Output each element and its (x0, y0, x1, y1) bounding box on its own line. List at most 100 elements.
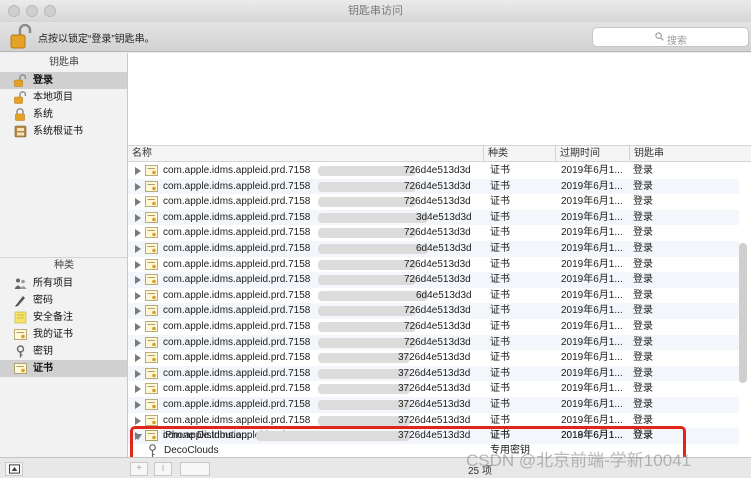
disclosure-collapsed-icon[interactable] (135, 323, 141, 331)
row-expires: 2019年6月1... (561, 367, 623, 379)
disclosure-collapsed-icon[interactable] (135, 385, 141, 394)
column-header-kind[interactable]: 种类 (484, 146, 556, 162)
lock-instruction: 点按以锁定“登录”钥匙串。 (38, 34, 155, 45)
table-row[interactable]: com.apple.idms.appleid.prd.7158 726d4e513… (128, 194, 739, 210)
certificate-icon (145, 336, 158, 348)
note-icon (14, 311, 27, 324)
sidebar-item-local-items[interactable]: 本地项目 (0, 89, 127, 106)
certificate-icon (145, 165, 158, 176)
row-kind: 证书 (490, 274, 510, 286)
row-expires: 2019年6月1... (561, 305, 623, 317)
row-keychain: 登录 (633, 289, 653, 301)
row-name-end: 726d4e513d3d (404, 227, 471, 239)
table-row[interactable]: com.apple.idms.appleid.prd.7158 726d4e513… (128, 272, 739, 288)
disclosure-collapsed-icon[interactable] (135, 307, 141, 316)
row-keychain: 登录 (633, 243, 653, 254)
table-row[interactable]: com.apple.idms.appleid.prd.7158 3726d4e51… (128, 397, 739, 413)
row-name-start: com.apple.idms.appleid.prd.7158 (163, 165, 311, 176)
row-name-start: com.apple.idms.appleid.prd.7158 (163, 243, 311, 254)
certificate-icon (145, 180, 158, 192)
disclosure-collapsed-icon[interactable] (135, 213, 141, 222)
sidebar-item-system[interactable]: 系统 (0, 106, 127, 123)
disclosure-collapsed-icon[interactable] (135, 416, 141, 425)
watermark: CSDN @北京前端-学新10041 (466, 451, 692, 470)
table-row[interactable]: com.apple.idms.appleid.prd.7158 6d4e513d3… (128, 288, 739, 304)
disclosure-collapsed-icon[interactable] (135, 401, 141, 409)
table-row[interactable]: com.apple.idms.appleid.prd.7158 3726d4e51… (128, 365, 739, 382)
row-kind: 证书 (490, 243, 510, 254)
row-expires: 2019年6月1... (561, 258, 623, 270)
certificate-icon (145, 414, 158, 426)
table-row[interactable]: com.apple.idms.appleid.prd.7158 726d4e513… (128, 225, 739, 241)
minimize-window-button[interactable] (26, 5, 38, 17)
cabinet-icon (14, 125, 27, 138)
sidebar-item-secure-notes[interactable]: 安全备注 (0, 309, 127, 326)
row-expires: 2019年6月1... (561, 165, 623, 176)
certificate-icon (145, 383, 158, 395)
row-expires: 2019年6月1... (561, 399, 623, 410)
sidebar-toggle-button[interactable] (5, 462, 23, 476)
row-expires: 2019年6月1... (561, 321, 623, 332)
sidebar-item-my-certificates[interactable]: 我的证书 (0, 326, 127, 343)
table-row[interactable]: com.apple.idms.appleid.prd.7158 3726d4e51… (128, 350, 739, 366)
sidebar-item-all-items[interactable]: 所有项目 (0, 275, 127, 292)
table-row[interactable]: com.apple.idms.appleid.prd.7158 726d4e513… (128, 178, 739, 195)
disclosure-collapsed-icon[interactable] (135, 354, 141, 363)
zoom-window-button[interactable] (44, 5, 56, 17)
column-header-keychain[interactable]: 钥匙串 (630, 146, 739, 162)
certificate-icon (145, 305, 158, 317)
table-row[interactable]: com.apple.idms.appleid.prd.7158 726d4e513… (128, 334, 739, 351)
row-expires: 2019年6月1... (561, 227, 623, 239)
sidebar-item-label: 登录 (33, 75, 53, 86)
column-header-name[interactable]: 名称 (128, 146, 484, 162)
sidebar-item-label: 所有项目 (33, 278, 73, 289)
sidebar-item-keys[interactable]: 密钥 (0, 343, 127, 360)
row-name-end: 3726d4e513d3d (398, 383, 471, 395)
table-row[interactable]: com.apple.idms.appleid.prd.7158 726d4e513… (128, 257, 739, 273)
sidebar: 钥匙串 登录 本地项目 系统 系统根证书 种类 所有项目 密码 安全备注 我的证… (0, 53, 128, 457)
lock-icon (15, 108, 25, 121)
disclosure-collapsed-icon[interactable] (135, 260, 141, 269)
disclosure-collapsed-icon[interactable] (135, 338, 141, 347)
scrollbar-thumb[interactable] (739, 243, 747, 383)
row-name-start: com.apple.idms.appleid.prd.7158 (163, 274, 311, 286)
table-row[interactable]: com.apple.idms.appleid.prd.7158 726d4e513… (128, 163, 739, 179)
table-row[interactable]: com.apple.idms.appleid.prd.7158 3d4e513d3… (128, 209, 739, 226)
row-kind: 证书 (490, 289, 510, 301)
disclosure-collapsed-icon[interactable] (135, 369, 141, 378)
sidebar-item-certificates[interactable]: 证书 (0, 360, 127, 377)
disclosure-collapsed-icon[interactable] (135, 276, 141, 285)
disclosure-collapsed-icon[interactable] (135, 182, 141, 191)
certificate-icon (145, 321, 158, 332)
copy-button[interactable] (180, 462, 210, 476)
add-item-button[interactable]: + (130, 462, 148, 476)
disclosure-collapsed-icon[interactable] (135, 291, 141, 300)
redacted-area (318, 275, 416, 286)
row-kind: 证书 (490, 305, 510, 317)
row-keychain: 登录 (633, 258, 653, 270)
certificate-icon (145, 227, 158, 239)
redacted-area (318, 337, 416, 348)
table-header: 名称 种类 过期时间 钥匙串 (128, 145, 751, 162)
close-window-button[interactable] (8, 5, 20, 17)
certificate-icon (14, 363, 27, 374)
row-kind: 证书 (490, 383, 510, 395)
column-header-expires[interactable]: 过期时间 (556, 146, 630, 162)
sidebar-item-login[interactable]: 登录 (0, 72, 127, 89)
disclosure-collapsed-icon[interactable] (135, 198, 141, 207)
table-row[interactable]: com.apple.idms.appleid.prd.7158 3726d4e51… (128, 381, 739, 397)
disclosure-collapsed-icon[interactable] (135, 229, 141, 238)
row-expires: 2019年6月1... (561, 352, 623, 364)
row-keychain: 登录 (633, 367, 653, 379)
table-row[interactable]: com.apple.idms.appleid.prd.7158 726d4e513… (128, 319, 739, 335)
disclosure-collapsed-icon[interactable] (135, 167, 141, 175)
search-input[interactable]: 搜索 (592, 27, 749, 47)
sidebar-item-system-roots[interactable]: 系统根证书 (0, 123, 127, 140)
table-row[interactable]: com.apple.idms.appleid.prd.7158 6d4e513d3… (128, 241, 739, 257)
info-button[interactable]: i (154, 462, 172, 476)
sidebar-toggle-icon (8, 464, 20, 474)
disclosure-collapsed-icon[interactable] (135, 245, 141, 253)
lock-open-icon[interactable] (10, 24, 32, 50)
sidebar-item-passwords[interactable]: 密码 (0, 292, 127, 309)
table-row[interactable]: com.apple.idms.appleid.prd.7158 726d4e513… (128, 303, 739, 319)
